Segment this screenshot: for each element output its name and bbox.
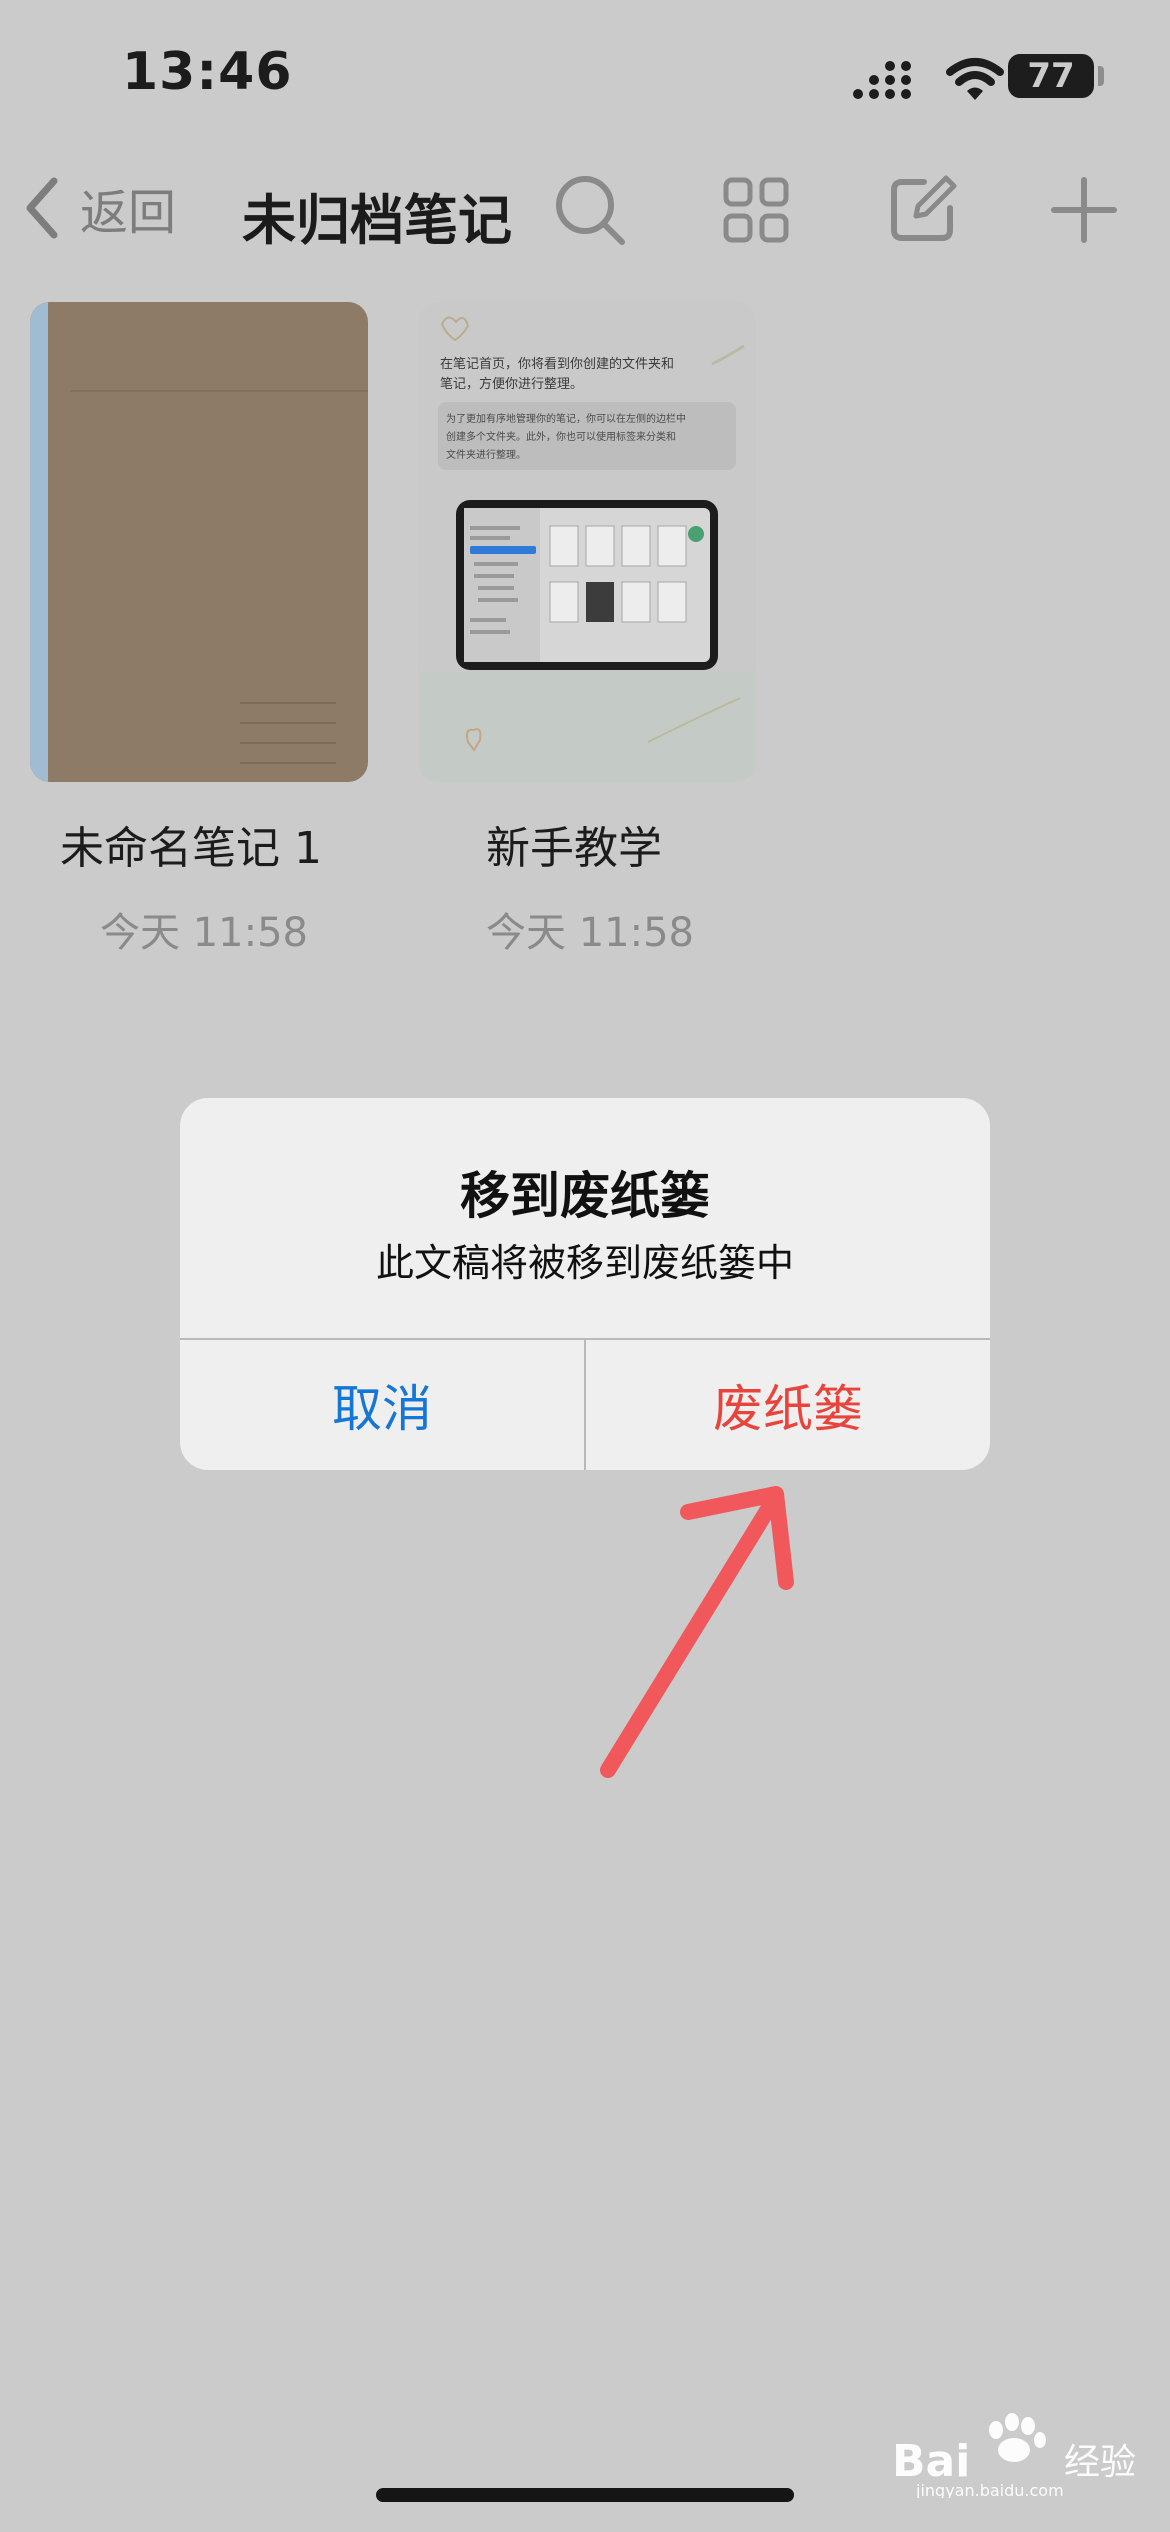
page-title: 未归档笔记 [242, 189, 512, 252]
tutorial-text: 创建多个文件夹。此外，你也可以使用标签来分类和 [446, 430, 676, 443]
move-to-trash-button[interactable]: 废纸篓 [586, 1340, 990, 1470]
chevron-left-icon [26, 177, 58, 239]
note-date: 今天 11:58 [486, 910, 694, 956]
move-to-trash-alert: 移到废纸篓 此文稿将被移到废纸篓中 取消 废纸篓 [180, 1098, 990, 1470]
cellular-signal-icon [853, 61, 911, 99]
status-time: 13:46 [122, 42, 293, 102]
baidu-watermark: Bai 经验 jingyan.baidu.com [886, 2408, 1146, 2500]
alert-message: 此文稿将被移到废纸篓中 [375, 1241, 794, 1285]
baidu-paw-icon: Bai 经验 jingyan.baidu.com [892, 2413, 1136, 2500]
tutorial-cover[interactable]: 在笔记首页，你将看到你创建的文件夹和 笔记，方便你进行整理。 为了更加有序地管理… [418, 302, 756, 782]
cancel-button[interactable]: 取消 [180, 1340, 584, 1470]
watermark-brand-cn: 经验 [1064, 2442, 1136, 2483]
grid-view-icon[interactable] [718, 172, 794, 248]
tutorial-text: 笔记，方便你进行整理。 [440, 376, 583, 392]
cover-line [240, 702, 336, 704]
battery-indicator: 77 [1008, 54, 1094, 98]
cover-line [240, 722, 336, 724]
wifi-icon [946, 58, 1004, 100]
tutorial-text: 在笔记首页，你将看到你创建的文件夹和 [440, 356, 674, 372]
notebook-spine [30, 302, 48, 782]
watermark-brand: Bai [892, 2436, 970, 2487]
alert-title: 移到废纸篓 [460, 1167, 710, 1225]
compose-icon[interactable] [884, 172, 960, 248]
note-date: 今天 11:58 [100, 910, 308, 956]
tutorial-text: 为了更加有序地管理你的笔记，你可以在左侧的边栏中 [446, 412, 686, 425]
tutorial-cover-art: 在笔记首页，你将看到你创建的文件夹和 笔记，方便你进行整理。 为了更加有序地管理… [418, 316, 756, 782]
notebook-cover[interactable] [30, 302, 368, 782]
battery-tip [1098, 66, 1104, 86]
tutorial-text: 文件夹进行整理。 [446, 448, 526, 461]
add-icon[interactable] [1046, 172, 1122, 248]
note-title[interactable]: 未命名笔记 1 [60, 812, 322, 876]
cover-line [240, 742, 336, 744]
search-icon[interactable] [552, 172, 628, 248]
cover-line [70, 390, 368, 392]
back-label: 返回 [80, 185, 177, 241]
home-indicator[interactable] [376, 2488, 794, 2502]
back-button[interactable]: 返回 [24, 170, 176, 246]
note-title[interactable]: 新手教学 [486, 812, 662, 876]
watermark-url: jingyan.baidu.com [915, 2481, 1064, 2498]
annotation-arrow-icon [600, 1486, 794, 1778]
cover-line [240, 762, 336, 764]
